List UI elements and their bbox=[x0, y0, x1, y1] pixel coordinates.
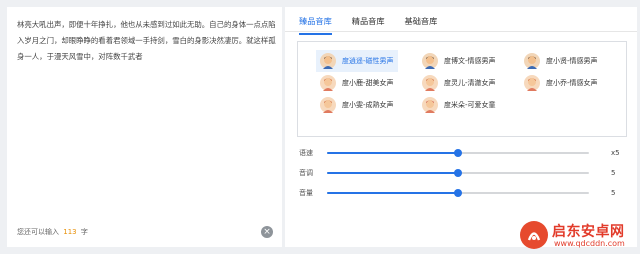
tab-basic-library[interactable]: 基础音库 bbox=[405, 15, 438, 35]
slider-volume-label: 音量 bbox=[299, 189, 313, 197]
slider-volume: 音量 5 bbox=[299, 187, 615, 199]
voice-grid: 度逍遥-磁性男声 度博文-情感男声 度小贤-情感男声度小鹿-甜美女声 度灵儿-清澈女声… bbox=[298, 42, 626, 136]
watermark-logo-icon bbox=[520, 221, 548, 249]
watermark: 启东安卓网 www.qdcddn.com bbox=[520, 220, 638, 252]
clear-text-button[interactable]: × bbox=[261, 226, 273, 238]
male-avatar-icon bbox=[524, 53, 540, 69]
voice-option[interactable]: 度小乔-情感女声 bbox=[520, 72, 602, 94]
female-avatar-icon bbox=[422, 97, 438, 113]
counter-prefix: 您还可以输入 bbox=[17, 228, 59, 236]
voice-option[interactable]: 度小鹿-甜美女声 bbox=[316, 72, 398, 94]
slider-speed-value: x5 bbox=[611, 149, 620, 157]
voice-settings-panel: 臻品音库 精品音库 基础音库 度逍遥-磁性男声 度博文-情感男声 度小贤-情感男声度… bbox=[285, 7, 637, 247]
voice-library-tabs: 臻品音库 精品音库 基础音库 bbox=[299, 15, 457, 35]
slider-speed: 语速 x5 bbox=[299, 147, 620, 159]
tab-quality-library[interactable]: 精品音库 bbox=[352, 15, 385, 35]
char-counter: 您还可以输入 113 字 bbox=[17, 227, 88, 237]
voice-option[interactable]: 度小贤-情感男声 bbox=[520, 50, 602, 72]
voice-option-label: 度灵儿-清澈女声 bbox=[444, 79, 496, 87]
voice-list: 度逍遥-磁性男声 度博文-情感男声 度小贤-情感男声度小鹿-甜美女声 度灵儿-清澈女声… bbox=[297, 41, 627, 137]
female-avatar-icon bbox=[422, 75, 438, 91]
slider-pitch-track[interactable] bbox=[327, 169, 589, 177]
voice-option[interactable]: 度米朵-可爱女童 bbox=[418, 94, 500, 116]
voice-option-label: 度逍遥-磁性男声 bbox=[342, 57, 394, 65]
slider-pitch-handle[interactable] bbox=[454, 169, 462, 177]
counter-suffix: 字 bbox=[80, 228, 88, 236]
slider-pitch-label: 音调 bbox=[299, 169, 313, 177]
slider-volume-handle[interactable] bbox=[454, 189, 462, 197]
slider-volume-track[interactable] bbox=[327, 189, 589, 197]
voice-option[interactable]: 度小雯-成熟女声 bbox=[316, 94, 398, 116]
slider-speed-fill bbox=[327, 152, 458, 154]
slider-volume-fill bbox=[327, 192, 458, 194]
voice-option-label: 度小贤-情感男声 bbox=[546, 57, 598, 65]
slider-speed-track[interactable] bbox=[327, 149, 589, 157]
tabs-divider bbox=[285, 31, 637, 32]
female-avatar-icon bbox=[320, 75, 336, 91]
close-icon: × bbox=[263, 227, 271, 237]
female-avatar-icon bbox=[524, 75, 540, 91]
voice-option[interactable]: 度逍遥-磁性男声 bbox=[316, 50, 398, 72]
slider-pitch-value: 5 bbox=[611, 169, 616, 177]
female-avatar-icon bbox=[320, 97, 336, 113]
male-avatar-icon bbox=[422, 53, 438, 69]
text-input[interactable]: 林亮大吼出声，即便十年挣扎，他也从未感到过如此无助。自己的身体一点点陷入岁月之门… bbox=[17, 17, 279, 65]
voice-option-label: 度小雯-成熟女声 bbox=[342, 101, 394, 109]
watermark-title: 启东安卓网 bbox=[552, 224, 625, 240]
counter-value: 113 bbox=[63, 228, 77, 236]
voice-option[interactable]: 度灵儿-清澈女声 bbox=[418, 72, 500, 94]
slider-pitch: 音调 5 bbox=[299, 167, 615, 179]
voice-option-label: 度小鹿-甜美女声 bbox=[342, 79, 394, 87]
text-input-panel[interactable]: 林亮大吼出声，即便十年挣扎，他也从未感到过如此无助。自己的身体一点点陷入岁月之门… bbox=[7, 7, 282, 247]
slider-speed-handle[interactable] bbox=[454, 149, 462, 157]
voice-option-label: 度博文-情感男声 bbox=[444, 57, 496, 65]
voice-option-label: 度小乔-情感女声 bbox=[546, 79, 598, 87]
voice-option-label: 度米朵-可爱女童 bbox=[444, 101, 496, 109]
male-avatar-icon bbox=[320, 53, 336, 69]
slider-volume-value: 5 bbox=[611, 189, 616, 197]
watermark-url: www.qdcddn.com bbox=[554, 239, 625, 248]
slider-pitch-fill bbox=[327, 172, 458, 174]
slider-speed-label: 语速 bbox=[299, 149, 313, 157]
tab-premium-library[interactable]: 臻品音库 bbox=[299, 15, 332, 35]
voice-option[interactable]: 度博文-情感男声 bbox=[418, 50, 500, 72]
